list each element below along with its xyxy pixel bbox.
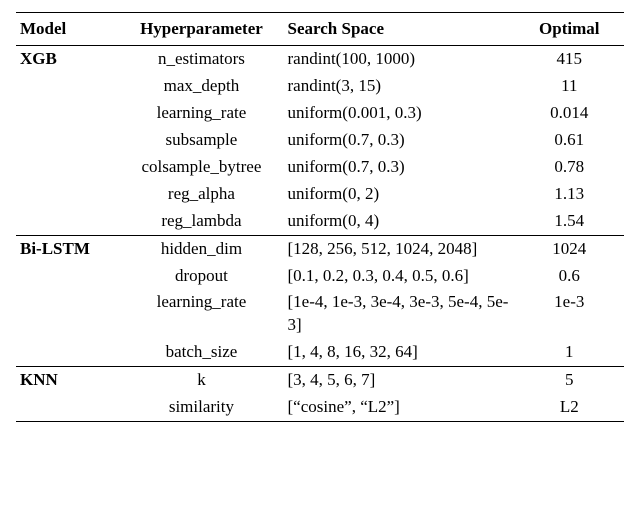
cell-optimal: 1 [515, 339, 624, 366]
hyperparameter-table: Model Hyperparameter Search Space Optima… [16, 12, 624, 422]
cell-space: uniform(0, 2) [284, 181, 515, 208]
cell-hyper: subsample [119, 127, 283, 154]
cell-space: uniform(0.001, 0.3) [284, 100, 515, 127]
cell-model [16, 208, 119, 235]
cell-hyper: reg_alpha [119, 181, 283, 208]
cell-space: [3, 4, 5, 6, 7] [284, 367, 515, 394]
cell-space: uniform(0.7, 0.3) [284, 127, 515, 154]
cell-hyper: max_depth [119, 73, 283, 100]
cell-hyper: colsample_bytree [119, 154, 283, 181]
cell-model: XGB [16, 46, 119, 73]
table-body: XGBn_estimatorsrandint(100, 1000)415max_… [16, 46, 624, 422]
table-row: batch_size[1, 4, 8, 16, 32, 64]1 [16, 339, 624, 366]
cell-model [16, 127, 119, 154]
cell-space: [1, 4, 8, 16, 32, 64] [284, 339, 515, 366]
header-optimal: Optimal [515, 13, 624, 46]
cell-optimal: 1.54 [515, 208, 624, 235]
cell-space: [128, 256, 512, 1024, 2048] [284, 235, 515, 262]
cell-optimal: 0.014 [515, 100, 624, 127]
table-header-row: Model Hyperparameter Search Space Optima… [16, 13, 624, 46]
cell-hyper: batch_size [119, 339, 283, 366]
cell-space: randint(100, 1000) [284, 46, 515, 73]
table-row: learning_rate[1e-4, 1e-3, 3e-4, 3e-3, 5e… [16, 289, 624, 339]
table-row: colsample_bytreeuniform(0.7, 0.3)0.78 [16, 154, 624, 181]
cell-space: uniform(0, 4) [284, 208, 515, 235]
table-row: max_depthrandint(3, 15)11 [16, 73, 624, 100]
table-row: reg_alphauniform(0, 2)1.13 [16, 181, 624, 208]
cell-optimal: 5 [515, 367, 624, 394]
cell-optimal: 11 [515, 73, 624, 100]
cell-space: [0.1, 0.2, 0.3, 0.4, 0.5, 0.6] [284, 263, 515, 290]
table-row: KNNk[3, 4, 5, 6, 7]5 [16, 367, 624, 394]
cell-optimal: 1e-3 [515, 289, 624, 339]
table-row: Bi-LSTMhidden_dim[128, 256, 512, 1024, 2… [16, 235, 624, 262]
cell-hyper: similarity [119, 394, 283, 421]
cell-optimal: 0.61 [515, 127, 624, 154]
cell-hyper: learning_rate [119, 289, 283, 339]
table-row: dropout[0.1, 0.2, 0.3, 0.4, 0.5, 0.6]0.6 [16, 263, 624, 290]
cell-optimal: 1.13 [515, 181, 624, 208]
cell-model [16, 154, 119, 181]
cell-optimal: 1024 [515, 235, 624, 262]
table-row: similarity[“cosine”, “L2”]L2 [16, 394, 624, 421]
header-hyper: Hyperparameter [119, 13, 283, 46]
cell-model: KNN [16, 367, 119, 394]
cell-space: uniform(0.7, 0.3) [284, 154, 515, 181]
cell-space: [“cosine”, “L2”] [284, 394, 515, 421]
cell-hyper: reg_lambda [119, 208, 283, 235]
table-row: subsampleuniform(0.7, 0.3)0.61 [16, 127, 624, 154]
table-row: learning_rateuniform(0.001, 0.3)0.014 [16, 100, 624, 127]
cell-hyper: learning_rate [119, 100, 283, 127]
cell-optimal: 0.78 [515, 154, 624, 181]
cell-hyper: hidden_dim [119, 235, 283, 262]
cell-model [16, 100, 119, 127]
cell-model [16, 263, 119, 290]
cell-hyper: n_estimators [119, 46, 283, 73]
cell-optimal: L2 [515, 394, 624, 421]
cell-hyper: k [119, 367, 283, 394]
header-space: Search Space [284, 13, 515, 46]
cell-space: [1e-4, 1e-3, 3e-4, 3e-3, 5e-4, 5e-3] [284, 289, 515, 339]
cell-space: randint(3, 15) [284, 73, 515, 100]
cell-model [16, 339, 119, 366]
cell-optimal: 0.6 [515, 263, 624, 290]
cell-hyper: dropout [119, 263, 283, 290]
cell-model: Bi-LSTM [16, 235, 119, 262]
cell-model [16, 394, 119, 421]
table-row: XGBn_estimatorsrandint(100, 1000)415 [16, 46, 624, 73]
header-model: Model [16, 13, 119, 46]
cell-model [16, 181, 119, 208]
cell-model [16, 289, 119, 339]
cell-model [16, 73, 119, 100]
cell-optimal: 415 [515, 46, 624, 73]
table-row: reg_lambdauniform(0, 4)1.54 [16, 208, 624, 235]
